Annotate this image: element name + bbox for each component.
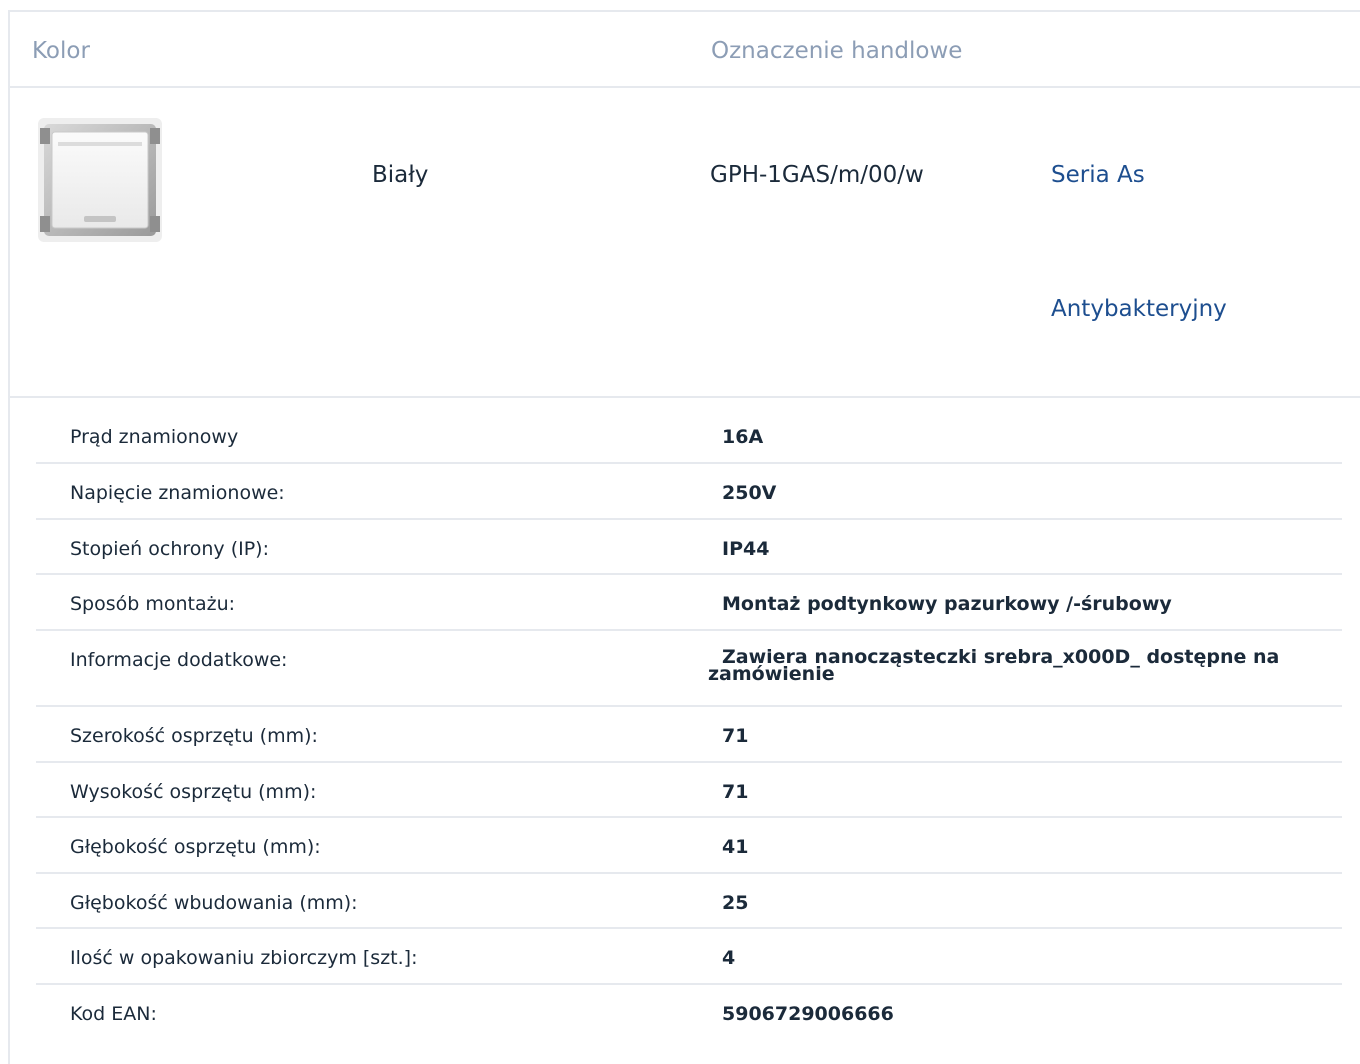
column-header-trade-name: Oznaczenie handlowe [711,38,963,64]
spec-value: 41 [722,836,749,858]
spec-row: Wysokość osprzętu (mm): 71 [36,763,1342,818]
spec-label: Stopień ochrony (IP): [70,538,269,560]
spec-value: IP44 [722,538,770,560]
spec-row: Napięcie znamionowe: 250V [36,464,1342,520]
spec-row: Stopień ochrony (IP): IP44 [36,520,1342,575]
socket-product-image[interactable] [34,112,166,244]
spec-row: Prąd znamionowy 16A [36,408,1342,464]
socket-icon [38,118,162,242]
spec-row: Szerokość osprzętu (mm): 71 [36,707,1342,763]
spec-label: Głębokość wbudowania (mm): [70,892,358,914]
spec-value: 71 [722,725,749,747]
trade-name: GPH-1GAS/m/00/w [710,162,924,188]
spec-value: 16A [722,426,764,448]
spec-label: Wysokość osprzętu (mm): [70,781,317,803]
series-link[interactable]: Seria As [1051,162,1145,188]
product-variant-row: Biały GPH-1GAS/m/00/w Seria As Antybakte… [10,88,1360,398]
spec-row: Kod EAN: 5906729006666 [36,985,1342,1041]
spec-label: Prąd znamionowy [70,426,239,448]
spec-value: 4 [722,947,736,969]
spec-value: 25 [722,892,749,914]
spec-row: Głębokość osprzętu (mm): 41 [36,818,1342,874]
antibacterial-link[interactable]: Antybakteryjny [1051,296,1227,322]
spec-value: 71 [722,781,749,803]
spec-row: Ilość w opakowaniu zbiorczym [szt.]: 4 [36,929,1342,985]
spec-label: Informacje dodatkowe: [70,649,288,671]
spec-row: Głębokość wbudowania (mm): 25 [36,874,1342,929]
spec-label: Napięcie znamionowe: [70,482,285,504]
spec-label: Sposób montażu: [70,593,236,615]
spec-value: Zawiera nanocząsteczki srebra_x000D_ dos… [708,646,1280,685]
spec-value: Montaż podtynkowy pazurkowy /-śrubowy [722,593,1172,615]
spec-label: Kod EAN: [70,1003,157,1025]
spec-label: Głębokość osprzętu (mm): [70,836,321,858]
spec-row: Informacje dodatkowe: Zawiera nanocząste… [36,631,1342,707]
table-header: Kolor Oznaczenie handlowe [10,12,1360,88]
spec-label: Ilość w opakowaniu zbiorczym [szt.]: [70,947,418,969]
spec-table: Prąd znamionowy 16A Napięcie znamionowe:… [36,408,1342,1041]
column-header-color: Kolor [32,38,90,64]
spec-label: Szerokość osprzętu (mm): [70,725,318,747]
spec-value: 250V [722,482,777,504]
color-name: Biały [372,162,429,188]
spec-value: 5906729006666 [722,1003,894,1025]
spec-row: Sposób montażu: Montaż podtynkowy pazurk… [36,575,1342,631]
